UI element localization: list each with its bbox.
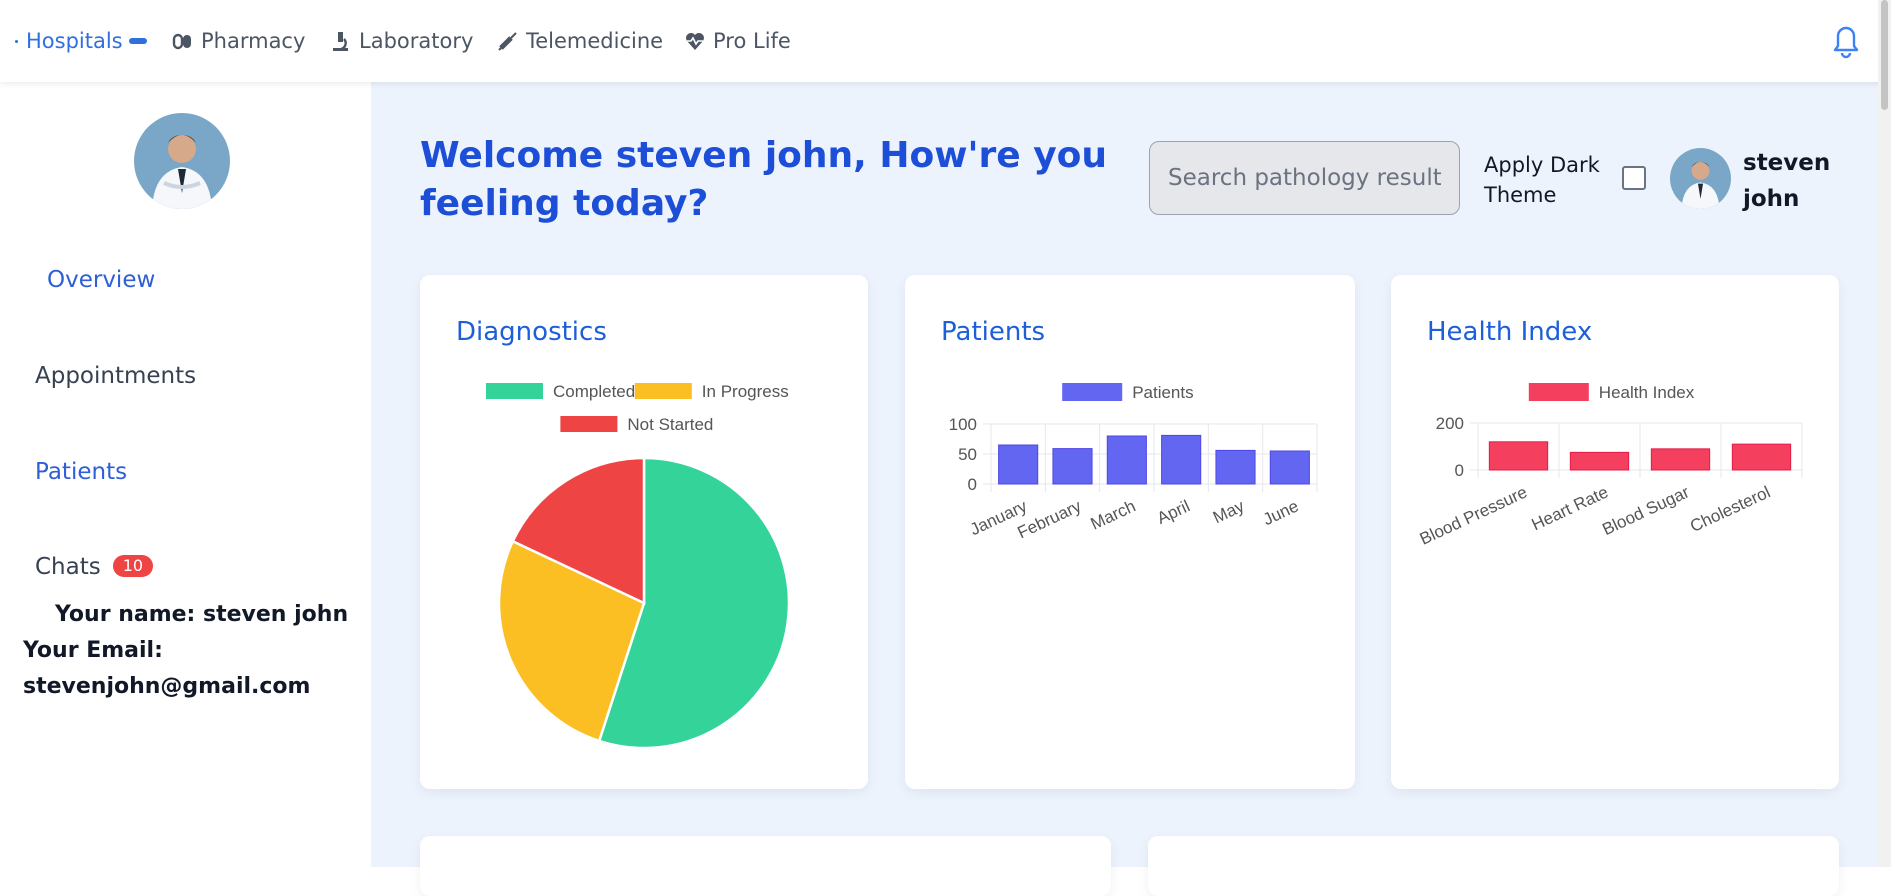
chats-count-badge: 10	[112, 555, 154, 577]
health-index-chart: Health Index 0 200 Blood PressureHeart Rate…	[1417, 383, 1803, 549]
nav-label-telemedicine: Telemedicine	[526, 29, 664, 53]
header-avatar[interactable]	[1670, 148, 1731, 209]
bell-icon[interactable]	[1829, 21, 1863, 59]
nav-label-pro-life: Pro Life	[713, 29, 791, 53]
microscope-icon	[330, 30, 352, 52]
patients-chart: Patients050100JanuaryFebruary March April M…	[949, 383, 1318, 542]
sidebar-item-appointments[interactable]: Appointments	[35, 363, 196, 389]
x-tick-label-may: May	[1210, 496, 1248, 527]
user-email-value: stevenjohn@gmail.com	[23, 674, 311, 699]
nav-item-laboratory[interactable]: Laboratory	[330, 26, 473, 56]
y-tick-label-0: 0	[1455, 461, 1464, 480]
legend-swatch-health-index	[1528, 383, 1589, 401]
nav-label-pharmacy: Pharmacy	[201, 29, 306, 53]
search-input[interactable]	[1149, 141, 1460, 215]
syringe-icon	[497, 30, 519, 52]
y-tick-label-0: 0	[968, 475, 977, 494]
heart-pulse-icon	[684, 30, 706, 52]
user-email-label: Your Email:	[23, 638, 163, 663]
avatar[interactable]	[134, 113, 230, 209]
sidebar: Overview Appointments Patients Chats 10 Y…	[0, 82, 371, 867]
bar-february	[1052, 448, 1093, 485]
legend-swatch-patients	[1062, 383, 1123, 401]
legend-label-in-progress: In Progress	[702, 382, 789, 401]
x-tick-label-blood-sugar: Blood Sugar	[1599, 482, 1692, 539]
legend-swatch-not-started	[560, 416, 618, 432]
bar-blood-sugar	[1650, 448, 1711, 471]
legend-label-not-started: Not Started	[627, 415, 713, 434]
active-indicator	[128, 38, 147, 44]
dark-theme-checkbox[interactable]	[1622, 166, 1646, 190]
active-dot	[15, 40, 18, 43]
patients-card: Patients Patients 0 50 100 January February Ma…	[905, 275, 1355, 789]
pills-icon	[172, 30, 194, 52]
bar-june	[1269, 450, 1310, 485]
x-tick-label-february: February	[1015, 496, 1085, 542]
y-tick-label-50: 50	[958, 445, 977, 464]
header-user-name: steven john	[1743, 150, 1831, 212]
nav-item-pharmacy[interactable]: Pharmacy	[172, 26, 305, 56]
legend-swatch-completed	[486, 383, 543, 399]
bar-april	[1161, 434, 1202, 485]
page-scrollbar[interactable]	[1878, 0, 1891, 867]
x-tick-label-cholesterol: Cholesterol	[1687, 482, 1773, 536]
nav-item-hospitals[interactable]: Hospitals	[26, 26, 147, 56]
sidebar-item-chats[interactable]: Chats 10	[35, 554, 154, 580]
bar-march	[1106, 435, 1147, 485]
dark-theme-label: Apply Dark Theme	[1484, 153, 1600, 207]
bar-january	[998, 444, 1039, 485]
y-tick-label-100: 100	[949, 415, 977, 434]
bottom-card-right	[1148, 836, 1839, 896]
x-tick-label-march: March	[1088, 496, 1139, 533]
x-tick-label-heart-rate: Heart Rate	[1529, 482, 1612, 534]
x-tick-label-june: June	[1260, 496, 1301, 529]
nav-label-laboratory: Laboratory	[359, 29, 474, 53]
scrollbar-thumb[interactable]	[1881, 0, 1888, 110]
y-tick-label-200: 200	[1436, 414, 1464, 433]
legend-label-patients: Patients	[1132, 383, 1193, 402]
bar-cholesterol	[1731, 443, 1792, 471]
legend-label-health-index: Health Index	[1599, 383, 1695, 402]
nav-label-hospitals: Hospitals	[26, 29, 123, 53]
sidebar-item-chats-label: Chats	[35, 554, 101, 580]
page-title: Welcome steven john, How're you feeling …	[420, 135, 1108, 224]
nav-item-pro-life[interactable]: Pro Life	[684, 26, 791, 56]
bar-may	[1215, 449, 1256, 485]
x-tick-label-blood-pressure: Blood Pressure	[1417, 482, 1530, 548]
diagnostics-card: Diagnostics Completed In Progress Not Star…	[420, 275, 868, 789]
sidebar-item-overview[interactable]: Overview	[47, 267, 155, 293]
user-name-info: Your name: steven john	[55, 602, 349, 627]
bottom-card-left	[420, 836, 1111, 896]
bar-blood-pressure	[1488, 441, 1549, 471]
top-navigation: Hospitals Pharmacy Laboratory Telemedici…	[0, 0, 1891, 82]
x-tick-label-april: April	[1154, 496, 1193, 528]
nav-item-telemedicine[interactable]: Telemedicine	[497, 26, 663, 56]
legend-swatch-in-progress	[634, 383, 692, 399]
health-index-card: Health Index Health Index 0 200 Blood Press…	[1391, 275, 1839, 789]
diagnostics-chart: Completed In Progress Not Started	[486, 382, 791, 750]
legend-label-completed: Completed	[553, 382, 635, 401]
bar-heart-rate	[1569, 451, 1630, 471]
sidebar-item-patients[interactable]: Patients	[35, 459, 127, 485]
